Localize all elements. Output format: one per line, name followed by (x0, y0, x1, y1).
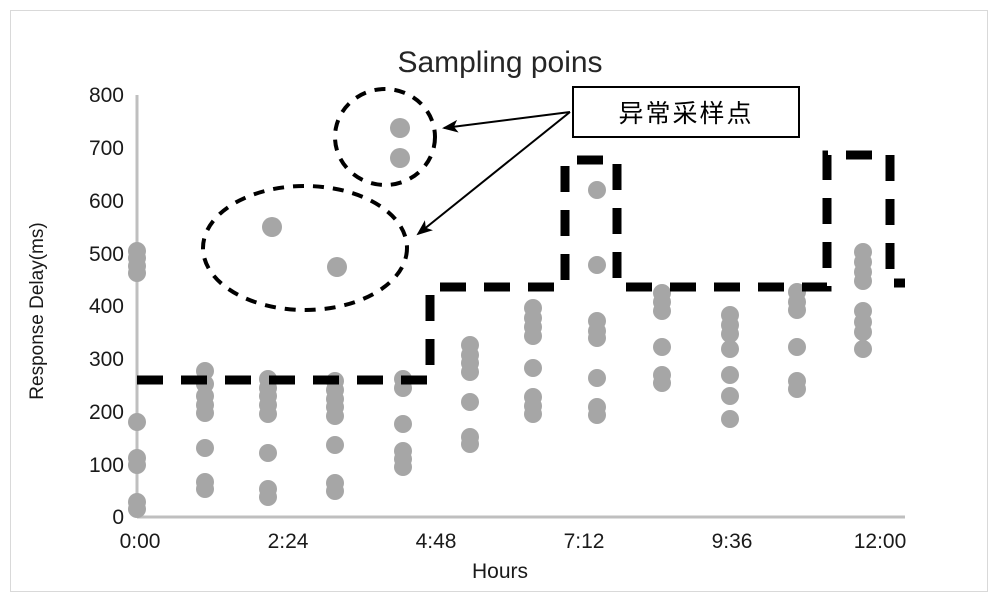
data-point (653, 302, 671, 320)
data-point (196, 480, 214, 498)
data-point (721, 387, 739, 405)
data-point (326, 482, 344, 500)
data-point-outlier (327, 257, 347, 277)
data-point-outlier (262, 217, 282, 237)
data-point (461, 363, 479, 381)
data-point-outlier (588, 256, 606, 274)
data-point (461, 393, 479, 411)
data-point (196, 439, 214, 457)
data-point (461, 435, 479, 453)
data-point-outlier (390, 148, 410, 168)
data-point (854, 272, 872, 290)
data-point (854, 323, 872, 341)
data-point (721, 366, 739, 384)
data-point (326, 407, 344, 425)
data-point (196, 404, 214, 422)
lower-outlier-ellipse (201, 184, 409, 312)
data-point (524, 327, 542, 345)
data-point (653, 338, 671, 356)
callout-arrow-upper (442, 111, 571, 133)
data-point (394, 458, 412, 476)
data-point (721, 340, 739, 358)
chart-plot-area: Sampling poins Response Delay(ms) Hours … (0, 0, 1000, 604)
data-point (128, 500, 146, 518)
data-point (588, 406, 606, 424)
callout-arrow-lower (416, 111, 571, 236)
data-point (259, 405, 277, 423)
data-point (854, 340, 872, 358)
anomaly-callout-label: 异常采样点 (618, 99, 754, 128)
data-point (588, 369, 606, 387)
scatter-point-group (128, 118, 872, 518)
data-point (259, 488, 277, 506)
data-point (788, 301, 806, 319)
upper-outlier-ellipse (333, 87, 437, 187)
data-point (128, 456, 146, 474)
data-point (259, 444, 277, 462)
data-point (326, 436, 344, 454)
data-point (524, 405, 542, 423)
anomaly-callout-box: 异常采样点 (572, 86, 800, 138)
data-point (128, 413, 146, 431)
data-point (394, 415, 412, 433)
data-point (788, 380, 806, 398)
data-point (128, 264, 146, 282)
data-point (524, 359, 542, 377)
chart-screenshot: Sampling poins Response Delay(ms) Hours … (0, 0, 1000, 604)
data-point (588, 329, 606, 347)
data-point-outlier (588, 181, 606, 199)
data-point (721, 410, 739, 428)
chart-graphics (128, 87, 905, 519)
data-point-outlier (390, 118, 410, 138)
data-point (653, 374, 671, 392)
data-point (788, 338, 806, 356)
